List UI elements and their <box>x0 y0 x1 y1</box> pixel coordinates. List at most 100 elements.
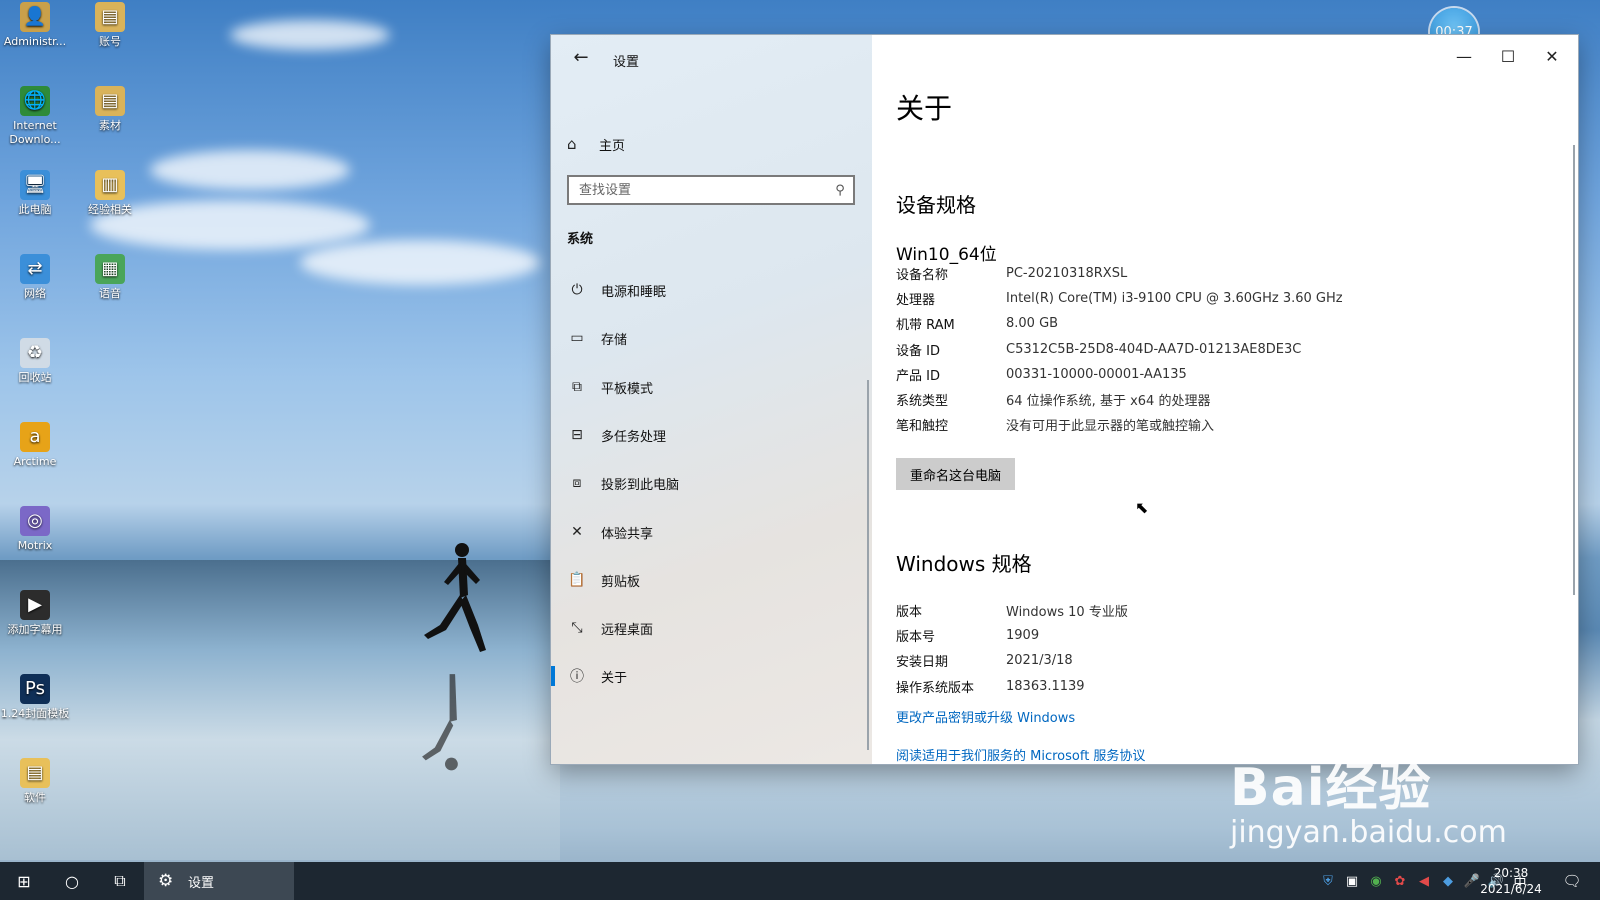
shortcut-icon: ▶ <box>20 590 50 620</box>
content-scrollbar[interactable] <box>1573 145 1575 595</box>
sidebar-item-clipboard[interactable]: 📋 剪贴板 <box>551 560 869 600</box>
spec-value: 64 位操作系统, 基于 x64 的处理器 <box>1006 393 1211 409</box>
spec-value: PC-20210318RXSL <box>1006 265 1128 281</box>
arrow-tray-icon[interactable]: ◀ <box>1412 874 1436 889</box>
user-folder-icon: 👤 <box>20 2 50 32</box>
zip-folder-icon: ▤ <box>20 758 50 788</box>
home-icon: ⌂ <box>567 135 577 153</box>
spec-row: 产品 ID 00331-10000-00001-AA135 <box>896 362 1187 386</box>
nav-home-label: 主页 <box>599 138 626 154</box>
app-tray-icon[interactable]: ✿ <box>1388 874 1412 889</box>
desktop-icon[interactable]: ⇄ 网络 <box>0 254 70 301</box>
spec-value: 18363.1139 <box>1006 678 1085 694</box>
desktop-icon-label: 素材 <box>99 119 121 132</box>
desktop-icon[interactable]: ▤ 账号 <box>75 2 145 49</box>
taskbar-clock[interactable]: 20:38 2021/6/24 <box>1476 865 1546 897</box>
project-icon: ⧈ <box>572 475 582 491</box>
task-view-icon: ⧉ <box>114 871 126 890</box>
desktop-icon[interactable]: a Arctime <box>0 422 70 469</box>
start-button[interactable]: ⊞ <box>0 862 48 900</box>
browser-tray-icon[interactable]: ◉ <box>1364 874 1388 889</box>
back-button[interactable]: ← <box>565 41 597 73</box>
sidebar-item-remote-desktop[interactable]: ⤡ 远程桌面 <box>551 608 869 648</box>
desktop-icon[interactable]: 🖥 此电脑 <box>0 170 70 217</box>
rename-pc-button[interactable]: 重命名这台电脑 <box>896 458 1016 490</box>
task-view-button[interactable]: ⧉ <box>96 862 144 900</box>
sidebar-item-multitasking[interactable]: ⊟ 多任务处理 <box>551 415 869 455</box>
service-agreement-link[interactable]: 阅读适用于我们服务的 Microsoft 服务协议 <box>896 745 1145 764</box>
settings-window: ← 设置 ⌂ 主页 ⚲ 系统 ⏻ 电源和睡眠 ▭ 存储 ⧉ 平板模式 ⊟ 多任务处理 ⧈ 投影到此… <box>551 35 1578 764</box>
recycle-bin-icon: ♻ <box>20 338 50 368</box>
taskbar-app-settings[interactable]: ⚙ 设置 <box>144 862 294 900</box>
cortana-button[interactable]: ○ <box>48 862 96 900</box>
spec-row: 机带 RAM 8.00 GB <box>896 311 1058 335</box>
multitasking-icon: ⊟ <box>571 427 583 443</box>
clock-date: 2021/6/24 <box>1480 882 1542 896</box>
runner-reflection <box>422 674 458 771</box>
close-button[interactable]: ✕ <box>1530 41 1574 71</box>
spec-row: 笔和触控 没有可用于此显示器的笔或触控输入 <box>896 412 1214 436</box>
motrix-icon: ◎ <box>20 506 50 536</box>
desktop-icon[interactable]: ▤ 软件 <box>0 758 70 805</box>
spec-key: 安装日期 <box>896 654 949 670</box>
folder-icon: ▥ <box>95 170 125 200</box>
sidebar-item-power[interactable]: ⏻ 电源和睡眠 <box>551 270 869 310</box>
action-center-button[interactable]: 🗨 <box>1554 862 1590 900</box>
sidebar-item-tablet-mode[interactable]: ⧉ 平板模式 <box>551 367 869 407</box>
desktop-icon-label: 软件 <box>24 791 46 804</box>
maximize-icon: ☐ <box>1500 46 1516 66</box>
app-tray-icon[interactable]: ▣ <box>1340 874 1364 889</box>
sidebar-item-storage[interactable]: ▭ 存储 <box>551 318 869 358</box>
info-icon: ⓘ <box>570 669 584 685</box>
sidebar-item-shared-experiences[interactable]: ✕ 体验共享 <box>551 512 869 552</box>
power-icon: ⏻ <box>571 282 583 298</box>
desktop-icon[interactable]: ▥ 经验相关 <box>75 170 145 217</box>
nav-home[interactable]: ⌂ 主页 <box>567 131 857 157</box>
windows-spec-heading: Windows 规格 <box>896 552 1032 576</box>
spec-key: 处理器 <box>896 292 936 308</box>
desktop-icon[interactable]: ◎ Motrix <box>0 506 70 553</box>
upgrade-windows-link[interactable]: 更改产品密钥或升级 Windows <box>896 707 1075 726</box>
spec-value: 8.00 GB <box>1006 315 1059 331</box>
document-icon: ▤ <box>95 86 125 116</box>
desktop-icon[interactable]: 🌐 Internet Downlo... <box>0 86 70 147</box>
desktop-icon-label: 此电脑 <box>18 203 52 216</box>
desktop-icon-label: 语音 <box>99 287 121 300</box>
clipboard-icon: 📋 <box>568 572 586 588</box>
spec-row: 安装日期 2021/3/18 <box>896 648 1073 672</box>
desktop-icon[interactable]: ▦ 语音 <box>75 254 145 301</box>
desktop-icon-label: Arctime <box>13 455 57 468</box>
watermark-url: jingyan.baidu.com <box>1230 815 1507 850</box>
shared-experiences-icon: ✕ <box>571 524 583 540</box>
clock-time: 20:38 <box>1493 866 1529 880</box>
spec-key: 产品 ID <box>896 368 940 384</box>
desktop-icon[interactable]: ▤ 素材 <box>75 86 145 133</box>
watermark-brand: Bai经验 <box>1230 758 1432 818</box>
desktop-icon-label: Administr... <box>3 35 67 48</box>
security-shield-icon[interactable]: ⛨ <box>1316 874 1340 889</box>
sidebar-item-label: 远程桌面 <box>601 622 654 638</box>
search-icon[interactable]: ⚲ <box>827 183 853 198</box>
minimize-button[interactable]: — <box>1442 41 1486 71</box>
taskbar-app-label: 设置 <box>188 875 215 891</box>
app-tray-icon[interactable]: ◆ <box>1436 874 1460 889</box>
maximize-button[interactable]: ☐ <box>1486 41 1530 71</box>
mouse-cursor-icon: ⬉ <box>1135 498 1149 517</box>
sidebar-item-project[interactable]: ⧈ 投影到此电脑 <box>551 463 869 503</box>
app-title: 设置 <box>613 55 640 70</box>
sidebar-item-info[interactable]: ⓘ 关于 <box>551 656 869 696</box>
search-box[interactable]: ⚲ <box>567 175 855 205</box>
sidebar-scrollbar[interactable] <box>867 380 869 750</box>
taskbar: ⊞ ○ ⧉ ⚙ 设置 ⛨ ▣ ◉ ✿ ◀ ◆ 🎤 🔊 中 20:38 2021/… <box>0 862 1600 900</box>
desktop-icon[interactable]: ▶ 添加字幕用 <box>0 590 70 637</box>
spec-value: C5312C5B-25D8-404D-AA7D-01213AE8DE3C <box>1006 341 1302 357</box>
desktop-icon[interactable]: 👤 Administr... <box>0 2 70 49</box>
desktop-icon[interactable]: Ps 1.24封面模板 <box>0 674 70 721</box>
sidebar-item-label: 投影到此电脑 <box>601 477 680 493</box>
spec-value: 1909 <box>1006 627 1040 643</box>
search-input[interactable] <box>569 181 827 199</box>
spec-key: 设备 ID <box>896 343 940 359</box>
about-page: — ☐ ✕ 关于 设备规格 Win10_64位 设备名称 PC-20210318R… <box>872 35 1578 764</box>
desktop-icon[interactable]: ♻ 回收站 <box>0 338 70 385</box>
notification-icon: 🗨 <box>1562 872 1582 890</box>
